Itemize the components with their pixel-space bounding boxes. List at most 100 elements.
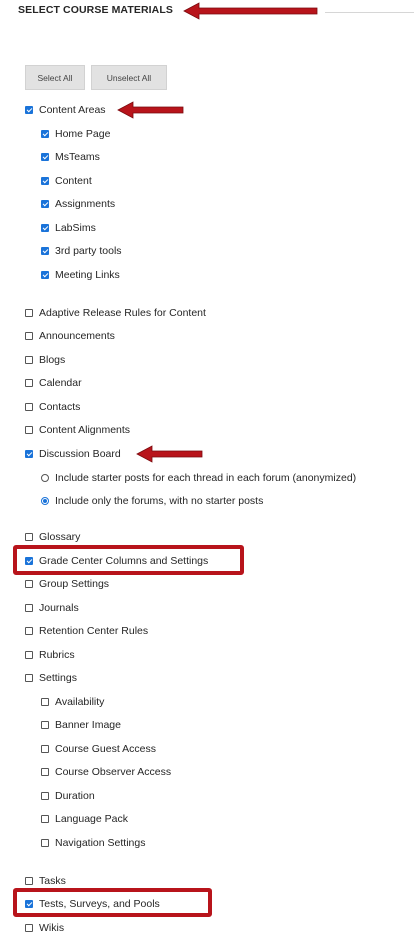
checkbox[interactable] [25, 332, 33, 340]
checkbox[interactable] [25, 674, 33, 682]
content-area-item[interactable]: Home Page [41, 126, 110, 142]
checkbox[interactable] [25, 924, 33, 932]
page-title: SELECT COURSE MATERIALS [18, 4, 173, 16]
checkbox[interactable] [41, 224, 49, 232]
option-adaptive-release[interactable]: Adaptive Release Rules for Content [25, 305, 206, 321]
option-label: Navigation Settings [55, 837, 146, 849]
option-content-alignments[interactable]: Content Alignments [25, 422, 130, 438]
checkbox[interactable] [25, 651, 33, 659]
radio-include-forums-only[interactable]: Include only the forums, with no starter… [41, 493, 263, 509]
option-announcements[interactable]: Announcements [25, 328, 115, 344]
option-contacts[interactable]: Contacts [25, 399, 80, 415]
checkbox[interactable] [41, 745, 49, 753]
checkbox[interactable] [25, 379, 33, 387]
radio-include-starter-posts[interactable]: Include starter posts for each thread in… [41, 470, 356, 486]
settings-item[interactable]: Course Guest Access [41, 741, 156, 757]
checkbox[interactable] [41, 768, 49, 776]
option-label: Language Pack [55, 813, 128, 825]
select-all-button[interactable]: Select All [25, 65, 85, 90]
option-label: Availability [55, 696, 105, 708]
checkbox[interactable] [25, 309, 33, 317]
settings-item[interactable]: Language Pack [41, 811, 128, 827]
option-discussion-board[interactable]: Discussion Board [25, 446, 121, 462]
checkbox[interactable] [25, 877, 33, 885]
content-area-item[interactable]: LabSims [41, 220, 96, 236]
unselect-all-button[interactable]: Unselect All [91, 65, 167, 90]
checkbox[interactable] [25, 580, 33, 588]
settings-item[interactable]: Availability [41, 694, 104, 710]
content-areas-checkbox[interactable] [25, 106, 33, 114]
option-label: Assignments [55, 198, 116, 210]
checkbox[interactable] [25, 426, 33, 434]
settings-item[interactable]: Navigation Settings [41, 835, 145, 851]
settings-item[interactable]: Banner Image [41, 717, 121, 733]
option-settings[interactable]: Settings [25, 670, 77, 686]
option-label: Discussion Board [39, 448, 121, 460]
option-label: Glossary [39, 531, 81, 543]
option-retention-center[interactable]: Retention Center Rules [25, 623, 148, 639]
option-label: Group Settings [39, 578, 110, 590]
header-divider [325, 12, 414, 13]
option-label: Meeting Links [55, 269, 120, 281]
checkbox[interactable] [41, 177, 49, 185]
option-group-settings[interactable]: Group Settings [25, 576, 109, 592]
option-label: Journals [39, 602, 79, 614]
option-label: Wikis [39, 922, 65, 934]
checkbox[interactable] [41, 721, 49, 729]
content-area-item[interactable]: Meeting Links [41, 267, 120, 283]
checkbox[interactable] [25, 356, 33, 364]
checkbox[interactable] [25, 627, 33, 635]
content-area-item[interactable]: Assignments [41, 196, 115, 212]
option-label: Settings [39, 672, 77, 684]
content-area-item[interactable]: Content [41, 173, 92, 189]
content-areas-option[interactable]: Content Areas [25, 102, 106, 118]
option-blogs[interactable]: Blogs [25, 352, 65, 368]
annotation-arrow-icon [136, 445, 203, 463]
settings-item[interactable]: Course Observer Access [41, 764, 171, 780]
checkbox[interactable] [41, 839, 49, 847]
option-label: Include starter posts for each thread in… [55, 472, 357, 484]
checkbox[interactable] [41, 200, 49, 208]
option-label: Content Alignments [39, 424, 131, 436]
option-label: Retention Center Rules [39, 625, 149, 637]
option-label: Tasks [39, 875, 66, 887]
option-label: Content Areas [39, 104, 106, 116]
option-label: LabSims [55, 222, 96, 234]
checkbox[interactable] [25, 604, 33, 612]
checkbox[interactable] [41, 130, 49, 138]
settings-item[interactable]: Duration [41, 788, 95, 804]
checkbox[interactable] [25, 403, 33, 411]
radio-button[interactable] [41, 497, 49, 505]
option-label: Rubrics [39, 649, 75, 661]
checkbox[interactable] [41, 271, 49, 279]
option-journals[interactable]: Journals [25, 600, 79, 616]
radio-button[interactable] [41, 474, 49, 482]
annotation-arrow-icon [117, 101, 184, 119]
content-area-item[interactable]: 3rd party tools [41, 243, 122, 259]
option-label: Content [55, 175, 92, 187]
option-label: Contacts [39, 401, 81, 413]
option-label: Duration [55, 790, 95, 802]
option-label: Course Guest Access [55, 743, 156, 755]
option-label: Announcements [39, 330, 115, 342]
checkbox[interactable] [41, 792, 49, 800]
checkbox[interactable] [41, 153, 49, 161]
option-label: Course Observer Access [55, 766, 172, 778]
option-label: Include only the forums, with no starter… [55, 495, 264, 507]
checkbox[interactable] [41, 698, 49, 706]
option-glossary[interactable]: Glossary [25, 529, 80, 545]
option-rubrics[interactable]: Rubrics [25, 647, 75, 663]
option-calendar[interactable]: Calendar [25, 375, 82, 391]
checkbox[interactable] [41, 247, 49, 255]
option-wikis[interactable]: Wikis [25, 920, 64, 936]
option-label: MsTeams [55, 151, 100, 163]
content-area-item[interactable]: MsTeams [41, 149, 100, 165]
annotation-highlight-box [13, 545, 244, 575]
checkbox[interactable] [41, 815, 49, 823]
option-label: Home Page [55, 128, 111, 140]
checkbox[interactable] [25, 450, 33, 458]
checkbox[interactable] [25, 533, 33, 541]
option-tasks[interactable]: Tasks [25, 873, 66, 889]
option-label: Banner Image [55, 719, 121, 731]
option-label: Adaptive Release Rules for Content [39, 307, 206, 319]
